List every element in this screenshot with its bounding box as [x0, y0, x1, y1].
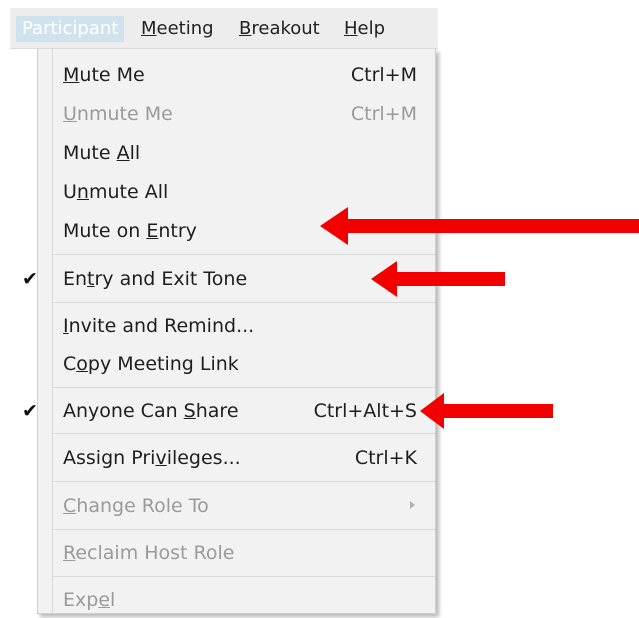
mnemonic-letter: E — [146, 220, 159, 242]
mnemonic-letter: S — [183, 400, 196, 422]
menu-item-label: Change Role To — [63, 495, 209, 517]
mnemonic-letter: o — [76, 353, 88, 375]
mnemonic-letter: e — [98, 589, 111, 611]
mnemonic-letter: U — [63, 103, 77, 125]
menu-item-assign-privileges[interactable]: Assign Privileges... Ctrl+K — [38, 442, 435, 474]
mnemonic-letter: H — [344, 18, 358, 39]
mnemonic-letter: R — [63, 542, 76, 564]
menu-item-label: Anyone Can Share — [63, 400, 239, 422]
menu-separator — [53, 387, 435, 388]
menubar-label: eeting — [156, 18, 214, 39]
menu-item-shortcut: Ctrl+Alt+S — [313, 400, 417, 422]
participant-dropdown-menu: Mute Me Ctrl+M Unmute Me Ctrl+M Mute All… — [37, 49, 436, 614]
menubar-label: Participant — [22, 18, 119, 39]
menu-item-shortcut: Ctrl+K — [354, 447, 417, 469]
mnemonic-letter: B — [239, 18, 252, 39]
red-arrow-icon — [371, 261, 505, 297]
menu-item-mute-all[interactable]: Mute All — [38, 137, 435, 169]
mnemonic-letter: v — [155, 447, 167, 469]
red-arrow-icon — [320, 207, 639, 245]
menu-item-label: Expel — [63, 589, 116, 611]
menu-item-expel[interactable]: Expel — [38, 584, 435, 613]
menu-item-unmute-me[interactable]: Unmute Me Ctrl+M — [38, 98, 435, 130]
menubar-label: elp — [357, 18, 386, 39]
menu-item-label: Mute Me — [63, 64, 145, 86]
check-icon: ✔ — [22, 400, 38, 422]
menu-separator — [53, 302, 435, 303]
menu-item-label: Assign Privileges... — [63, 447, 241, 469]
check-icon: ✔ — [22, 268, 38, 290]
menubar-item-help[interactable]: Help — [344, 16, 385, 42]
menu-item-invite-remind[interactable]: Invite and Remind... — [38, 310, 435, 342]
mnemonic-letter: A — [116, 142, 130, 164]
mnemonic-letter: t — [87, 268, 95, 290]
mnemonic-letter: M — [141, 18, 157, 39]
menu-item-label: Invite and Remind... — [63, 315, 255, 337]
menu-item-copy-meeting-link[interactable]: Copy Meeting Link — [38, 348, 435, 380]
menu-item-label: Entry and Exit Tone — [63, 268, 248, 290]
menu-separator — [53, 576, 435, 577]
menu-item-unmute-all[interactable]: Unmute All — [38, 176, 435, 208]
submenu-arrow-icon — [410, 501, 415, 509]
menu-item-label: Mute All — [63, 142, 141, 164]
menu-item-shortcut: Ctrl+M — [350, 64, 417, 86]
menu-item-change-role-to[interactable]: Change Role To — [38, 490, 435, 522]
menu-item-label: Reclaim Host Role — [63, 542, 235, 564]
menu-item-reclaim-host-role[interactable]: Reclaim Host Role — [38, 537, 435, 569]
red-arrow-icon — [420, 393, 553, 429]
menu-item-label: Copy Meeting Link — [63, 353, 239, 375]
menu-item-mute-me[interactable]: Mute Me Ctrl+M — [38, 59, 435, 91]
menubar-item-meeting[interactable]: Meeting — [141, 16, 214, 42]
mnemonic-letter: n — [76, 181, 89, 203]
menubar-item-participant[interactable]: Participant — [16, 16, 125, 42]
menu-separator — [53, 529, 435, 530]
menu-item-label: Unmute Me — [63, 103, 173, 125]
menu-item-shortcut: Ctrl+M — [350, 103, 417, 125]
menu-separator — [53, 433, 435, 434]
menu-item-label: Unmute All — [63, 181, 169, 203]
menubar-label: reakout — [251, 18, 320, 39]
menu-item-label: Mute on Entry — [63, 220, 197, 242]
mnemonic-letter: C — [63, 495, 77, 517]
menu-item-anyone-can-share[interactable]: Anyone Can Share Ctrl+Alt+S — [38, 395, 435, 427]
menubar-item-breakout[interactable]: Breakout — [239, 16, 320, 42]
menu-separator — [53, 254, 435, 255]
mnemonic-letter: M — [63, 64, 80, 86]
menu-separator — [53, 481, 435, 482]
menu-bar: Participant Meeting Breakout Help — [10, 8, 438, 49]
